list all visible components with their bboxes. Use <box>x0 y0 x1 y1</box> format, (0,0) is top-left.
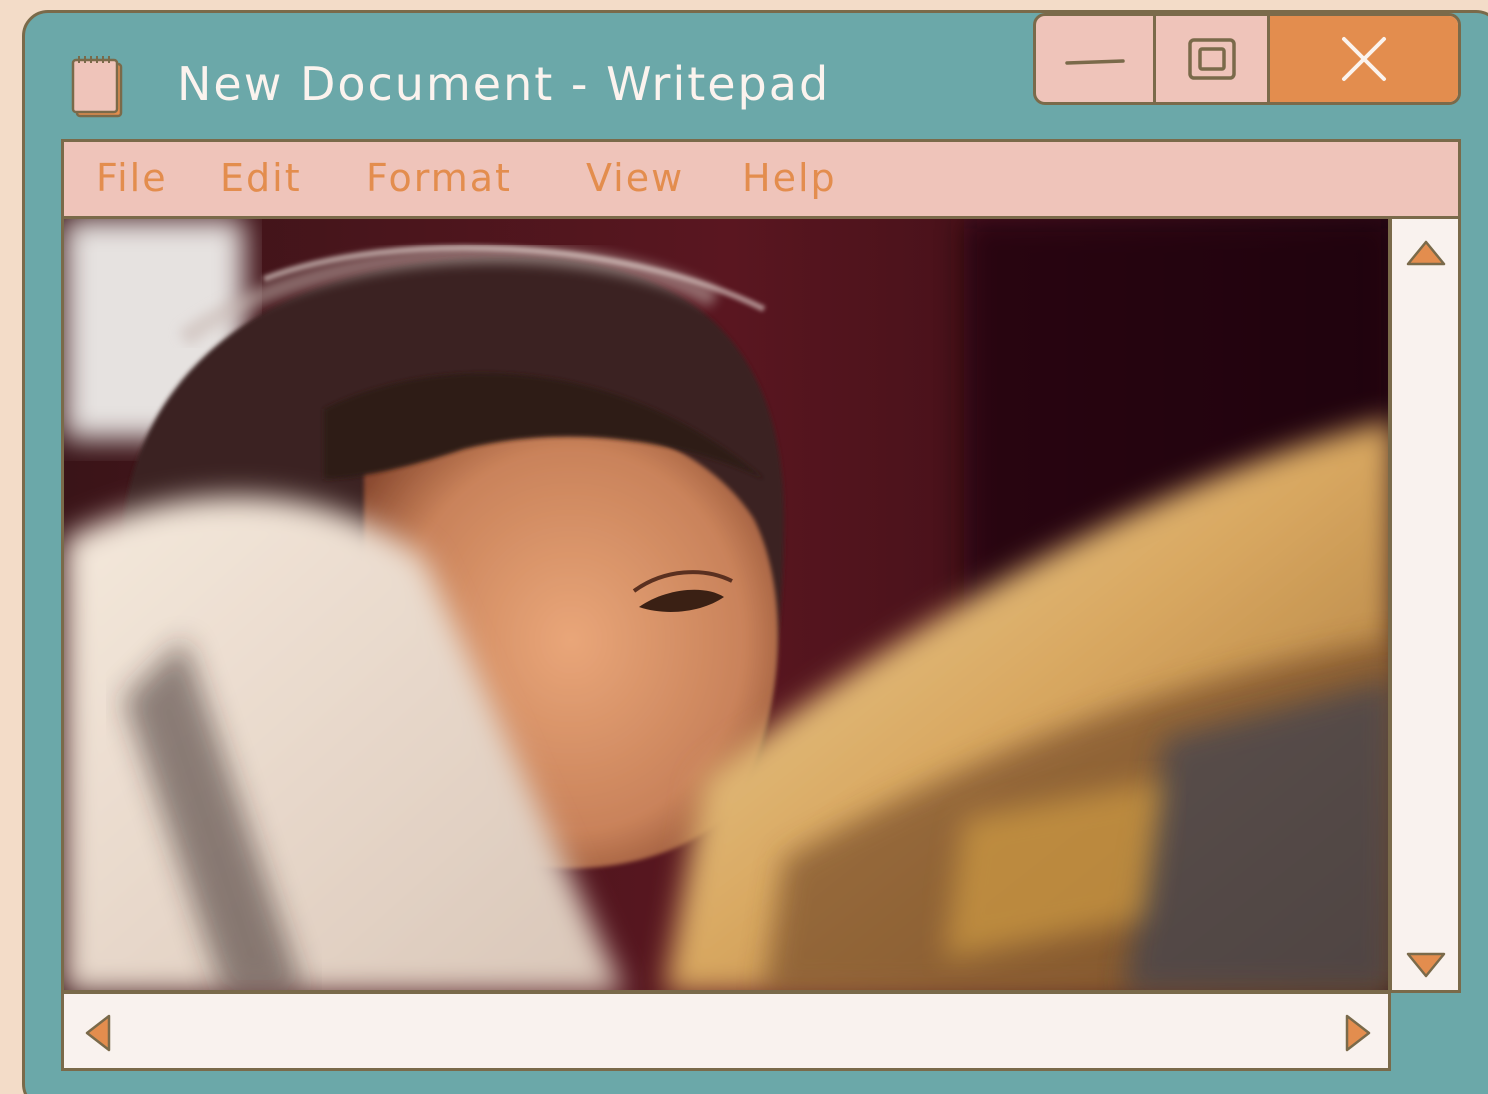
menu-help[interactable]: Help <box>742 156 837 200</box>
horizontal-scrollbar[interactable] <box>61 991 1391 1071</box>
menu-view[interactable]: View <box>586 156 684 200</box>
window-controls <box>1033 13 1461 105</box>
desktop: New Document - Writepad File Edit Format… <box>0 0 1488 1094</box>
menu-edit[interactable]: Edit <box>220 156 302 200</box>
arrow-up-icon[interactable] <box>1406 239 1446 267</box>
window-title: New Document - Writepad <box>177 57 831 111</box>
photo-child-reading-book <box>64 219 1388 990</box>
close-icon <box>1342 37 1386 81</box>
minimize-icon <box>1064 59 1125 65</box>
notepad-icon <box>71 56 123 118</box>
arrow-down-icon[interactable] <box>1406 951 1446 979</box>
vertical-scrollbar[interactable] <box>1389 219 1461 993</box>
document-content-area[interactable] <box>61 219 1391 993</box>
arrow-left-icon[interactable] <box>84 1014 112 1052</box>
menu-format[interactable]: Format <box>366 156 512 200</box>
close-button[interactable] <box>1270 16 1458 102</box>
menu-bar: File Edit Format View Help <box>61 139 1461 219</box>
writepad-window: New Document - Writepad File Edit Format… <box>22 10 1488 1094</box>
maximize-button[interactable] <box>1156 16 1270 102</box>
arrow-right-icon[interactable] <box>1344 1014 1372 1052</box>
maximize-icon <box>1187 38 1236 80</box>
menu-file[interactable]: File <box>96 156 168 200</box>
minimize-button[interactable] <box>1036 16 1156 102</box>
